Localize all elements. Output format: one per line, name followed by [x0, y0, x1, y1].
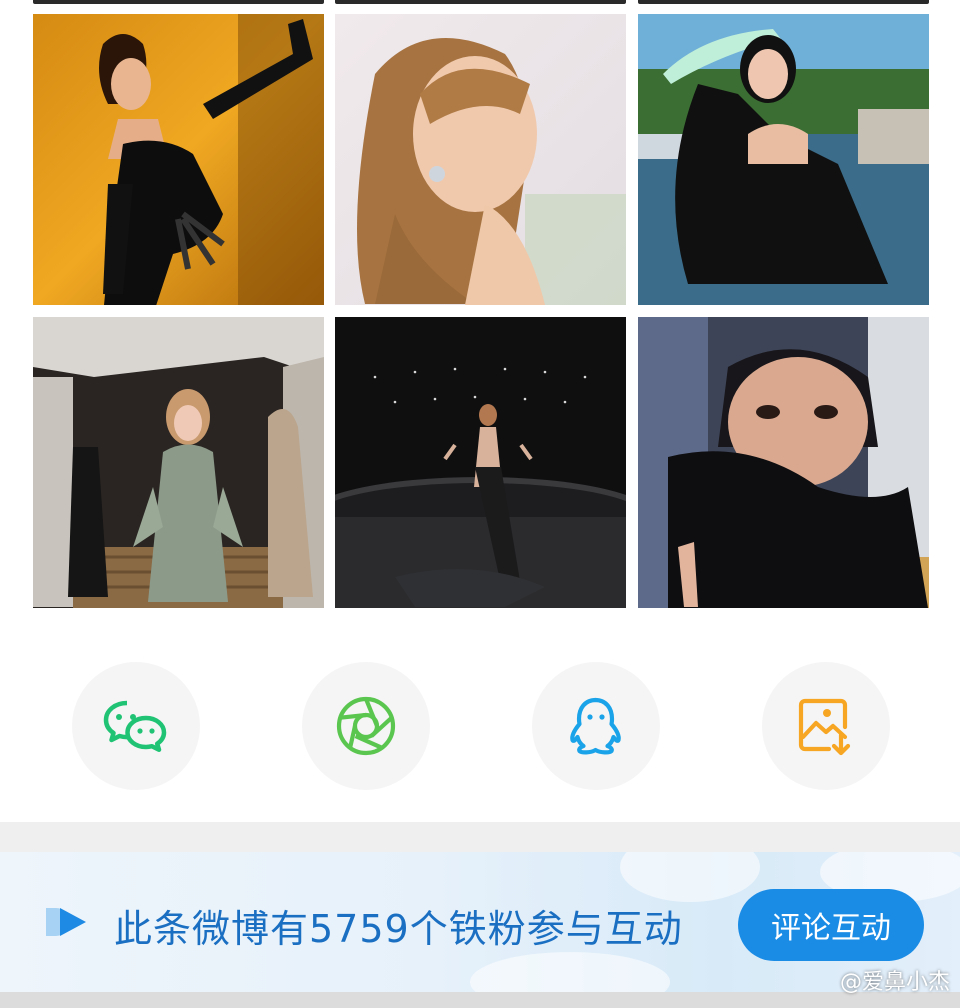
photo-4-image: [33, 317, 324, 608]
previous-row-edge: [33, 0, 324, 4]
previous-row-edge: [335, 0, 626, 4]
photo-thumbnail-2[interactable]: [335, 14, 626, 305]
weibo-watermark: @爱鼻小杰: [839, 970, 950, 995]
photo-grid: [0, 0, 960, 620]
fan-interaction-banner: 此条微博有5759个铁粉参与互动 评论互动: [0, 852, 960, 992]
moments-icon: [336, 696, 396, 756]
photo-thumbnail-1[interactable]: [33, 14, 324, 305]
share-moments-button[interactable]: [302, 662, 430, 790]
play-logo-icon: [46, 908, 86, 936]
photo-thumbnail-4[interactable]: [33, 317, 324, 608]
banner-decoration: [470, 952, 670, 992]
qq-icon: [570, 697, 621, 755]
photo-thumbnail-6[interactable]: [638, 317, 929, 608]
photo-6-image: [638, 317, 929, 608]
share-options: [0, 660, 960, 792]
share-qq-button[interactable]: [532, 662, 660, 790]
bottom-bar: [0, 992, 960, 1008]
banner-decoration: [620, 852, 760, 902]
comment-interact-button[interactable]: 评论互动: [738, 889, 924, 961]
photo-thumbnail-5[interactable]: [335, 317, 626, 608]
section-divider: [0, 822, 960, 852]
photo-thumbnail-3[interactable]: [638, 14, 929, 305]
previous-row-edge: [638, 0, 929, 4]
share-wechat-button[interactable]: [72, 662, 200, 790]
wechat-icon: [103, 700, 167, 752]
fan-interaction-text: 此条微博有5759个铁粉参与互动: [114, 907, 683, 951]
save-image-button[interactable]: [762, 662, 890, 790]
photo-3-image: [638, 14, 929, 305]
save-image-icon: [798, 698, 851, 756]
photo-2-image: [335, 14, 626, 305]
photo-5-image: [335, 317, 626, 608]
photo-1-image: [33, 14, 324, 305]
